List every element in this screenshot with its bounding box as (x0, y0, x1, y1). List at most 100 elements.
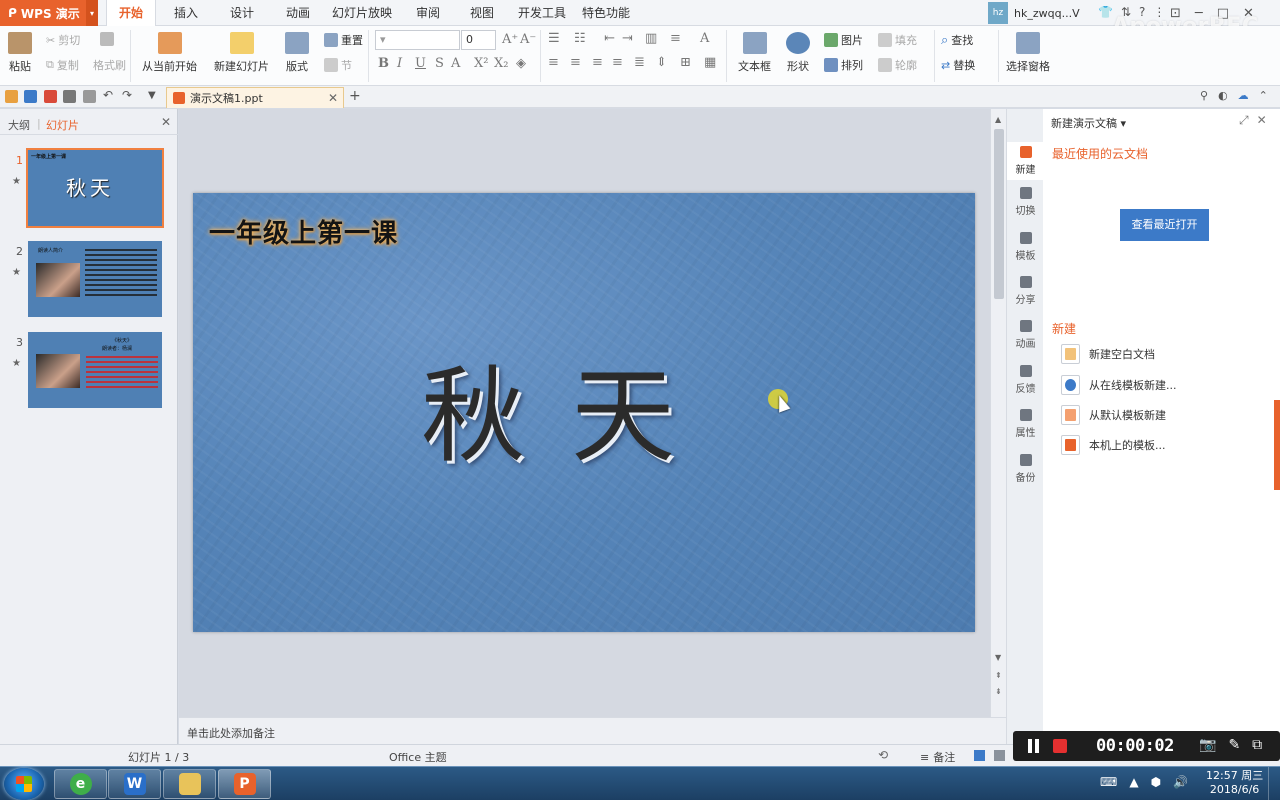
slide-title[interactable]: 秋天 (421, 331, 721, 482)
user-area[interactable]: hz hk_zwqq...V (988, 0, 1080, 26)
sorter-view-icon[interactable] (994, 750, 1005, 761)
align-center-icon[interactable]: ≡ (570, 55, 581, 70)
cloud-icon[interactable]: ☁ (1238, 89, 1249, 102)
increase-indent-icon[interactable]: ⇥ (622, 31, 633, 46)
reset-button[interactable]: 重置 (324, 32, 363, 48)
numbering-icon[interactable]: ☷ (574, 31, 586, 46)
customize-dropdown-icon[interactable]: ▼ (148, 90, 161, 103)
tab-review[interactable]: 审阅 (408, 0, 448, 26)
italic-icon[interactable]: I (397, 56, 402, 71)
keyboard-icon[interactable]: ⌨ (1100, 775, 1117, 789)
slide-thumbnail-1[interactable]: 一年级上第一课 秋天 (26, 148, 164, 228)
rail-template[interactable]: 模板 (1007, 232, 1044, 262)
play-from-current-button[interactable]: 从当前开始 (142, 32, 197, 74)
font-color-icon[interactable]: A (451, 56, 460, 71)
superscript-icon[interactable]: X² (474, 56, 488, 71)
vertical-scrollbar[interactable]: ▲ ▼ ⇞ ⇟ (990, 109, 1006, 717)
scroll-down-icon[interactable]: ▼ (995, 653, 1001, 662)
stop-icon[interactable] (1053, 739, 1067, 753)
pen-icon[interactable]: ✎ (1228, 737, 1240, 753)
new-from-online-template[interactable]: 从在线模板新建... (1061, 375, 1177, 395)
text-direction-icon[interactable]: A (700, 31, 709, 46)
close-tab-icon[interactable]: ✕ (328, 91, 338, 105)
picture-button[interactable]: 图片 (824, 32, 863, 48)
start-button[interactable] (4, 768, 44, 800)
taskbar-wps-presentation[interactable]: P (218, 769, 271, 799)
notes-toggle[interactable]: ≡ 备注 (920, 749, 955, 765)
app-menu-button[interactable]: ᑭ WPS 演示 ▾ (0, 0, 98, 26)
clear-format-icon[interactable]: ◈ (516, 56, 526, 71)
cut-button[interactable]: ✂ 剪切 (46, 32, 80, 48)
section-button[interactable]: 节 (324, 57, 352, 73)
scrollbar-thumb[interactable] (994, 129, 1004, 299)
pane-resize-handle[interactable] (1274, 400, 1280, 490)
tray-expand-icon[interactable]: ▲ (1129, 775, 1138, 789)
tab-developer[interactable]: 开发工具 (514, 0, 570, 26)
vertical-align-icon[interactable]: ⇕ (656, 55, 667, 70)
local-templates[interactable]: 本机上的模板... (1061, 435, 1166, 455)
slide-thumbnail-2[interactable]: 朗读人简介 (28, 241, 162, 317)
collapse-ribbon-icon[interactable]: ⌃ (1259, 89, 1268, 102)
justify-icon[interactable]: ≡ (612, 55, 623, 70)
document-tab[interactable]: 演示文稿1.ppt ✕ (166, 87, 344, 108)
pdf-icon[interactable] (44, 90, 57, 103)
system-clock[interactable]: 12:57 周三 2018/6/6 (1206, 769, 1263, 797)
pin-icon[interactable]: ⚲ (1200, 89, 1208, 102)
taskbar-explorer[interactable] (163, 769, 216, 799)
bold-icon[interactable]: B (378, 56, 389, 71)
font-size-select[interactable]: 0 (461, 30, 496, 50)
replace-button[interactable]: ⇄ 替换 (941, 57, 975, 73)
rail-new[interactable]: 新建 (1007, 142, 1044, 180)
new-slide-button[interactable]: 新建幻灯片 (214, 32, 269, 74)
tab-outline[interactable]: 大纲 (8, 117, 30, 133)
smart-art-icon[interactable]: ▦ (704, 55, 716, 70)
print-icon[interactable] (63, 90, 76, 103)
camera-icon[interactable]: 📷 (1199, 737, 1216, 753)
find-button[interactable]: ⌕ 查找 (941, 32, 973, 48)
close-panel-icon[interactable]: ✕ (161, 115, 171, 129)
rail-transition[interactable]: 切换 (1007, 187, 1044, 217)
taskbar-browser[interactable]: e (54, 769, 107, 799)
tab-home[interactable]: 开始 (106, 0, 156, 27)
grow-font-icon[interactable]: A⁺ (502, 32, 518, 47)
rail-properties[interactable]: 属性 (1007, 409, 1044, 439)
app-menu-dropdown-icon[interactable]: ▾ (86, 0, 98, 26)
tab-slideshow[interactable]: 幻灯片放映 (331, 0, 393, 26)
text-box-button[interactable]: 文本框 (738, 32, 771, 74)
align-right-icon[interactable]: ≡ (592, 55, 603, 70)
tab-features[interactable]: 特色功能 (580, 0, 632, 26)
skin2-icon[interactable]: ◐ (1218, 89, 1228, 102)
avatar[interactable]: hz (988, 2, 1008, 24)
network-icon[interactable]: ⬢ (1151, 775, 1161, 789)
scroll-up-icon[interactable]: ▲ (995, 115, 1001, 124)
font-family-select[interactable]: ▾ (375, 30, 460, 50)
rail-share[interactable]: 分享 (1007, 276, 1044, 306)
rail-feedback[interactable]: 反馈 (1007, 365, 1044, 395)
user-name[interactable]: hk_zwqq...V (1014, 7, 1080, 20)
tab-animation[interactable]: 动画 (278, 0, 318, 26)
shape-button[interactable]: 形状 (786, 32, 810, 74)
shadow-icon[interactable]: S (435, 56, 444, 71)
print-preview-icon[interactable] (83, 90, 96, 103)
new-from-default-template[interactable]: 从默认模板新建 (1061, 405, 1166, 425)
recovery-icon[interactable]: ⟲ (878, 748, 888, 762)
subscript-icon[interactable]: X₂ (494, 56, 508, 71)
new-blank-doc[interactable]: 新建空白文档 (1061, 344, 1155, 364)
outline-button[interactable]: 轮廓 (878, 57, 917, 73)
tab-slides[interactable]: 幻灯片 (46, 117, 79, 133)
copy-button[interactable]: ⧉ 复制 (46, 57, 79, 73)
slide-thumbnail-3[interactable]: 《秋天》 朗读者：杨澜 (28, 332, 162, 408)
align-left-icon[interactable]: ≡ (548, 55, 559, 70)
tab-design[interactable]: 设计 (222, 0, 262, 26)
redo-icon[interactable]: ↷ (122, 88, 135, 102)
normal-view-icon[interactable] (974, 750, 985, 761)
notes-area[interactable]: 单击此处添加备注 (179, 717, 1006, 744)
arrange-button[interactable]: 排列 (824, 57, 863, 73)
taskbar-wps-writer[interactable]: W (108, 769, 161, 799)
fill-button[interactable]: 填充 (878, 32, 917, 48)
shrink-font-icon[interactable]: A⁻ (520, 32, 536, 47)
decrease-indent-icon[interactable]: ⇤ (604, 31, 615, 46)
distribute-icon[interactable]: ≣ (634, 55, 645, 70)
select-pane-button[interactable]: 选择窗格 (1006, 32, 1050, 74)
rail-animation[interactable]: 动画 (1007, 320, 1044, 350)
